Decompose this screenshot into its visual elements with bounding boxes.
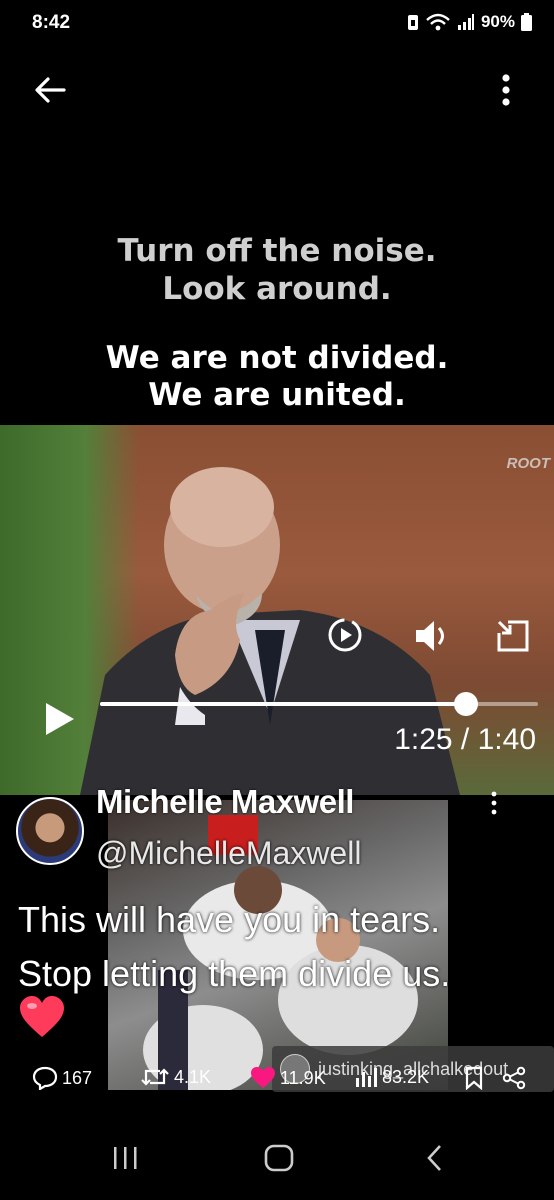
back-arrow-icon — [35, 77, 66, 103]
reply-button[interactable]: 167 — [32, 1066, 92, 1090]
current-time: 1:25 — [394, 723, 453, 756]
pip-button[interactable] — [494, 617, 532, 655]
tweet-action-bar: 167 4.1K 11.9K 83.2K — [0, 1066, 554, 1106]
replay-icon — [328, 618, 362, 652]
play-icon — [46, 703, 74, 735]
volume-button[interactable] — [410, 617, 450, 655]
caption-line: Turn off the noise. — [117, 233, 437, 269]
repost-button[interactable]: 4.1K — [140, 1066, 211, 1088]
tweet-text: This will have you in tears. Stop lettin… — [18, 893, 538, 1001]
playback-time: 1:25 / 1:40 — [394, 723, 536, 757]
volume-icon — [416, 621, 444, 651]
replay-button[interactable] — [325, 615, 365, 655]
play-button[interactable] — [40, 700, 80, 738]
more-vertical-icon — [491, 791, 497, 815]
author-handle[interactable]: @MichelleMaxwell — [96, 835, 361, 872]
author-name[interactable]: Michelle Maxwell — [96, 783, 354, 821]
reply-icon — [32, 1066, 58, 1090]
pip-icon — [497, 620, 529, 652]
red-heart-emoji — [18, 995, 66, 1039]
view-count: 83.2K — [382, 1066, 430, 1087]
like-button[interactable]: 11.9K — [250, 1066, 326, 1090]
signal-icon — [457, 14, 474, 30]
bookmark-icon — [465, 1066, 483, 1090]
share-icon — [502, 1066, 526, 1090]
nav-back-button[interactable] — [412, 1138, 458, 1178]
repost-icon — [141, 1068, 169, 1086]
vpn-icon — [407, 15, 418, 30]
home-icon — [264, 1144, 294, 1172]
heart-emoji-icon — [20, 996, 64, 1037]
reply-count: 167 — [62, 1067, 93, 1088]
wifi-icon — [426, 13, 450, 31]
video-caption-top: Turn off the noise. Look around. — [0, 232, 554, 308]
tweet-text-line: This will have you in tears. — [18, 899, 441, 940]
time-separator: / — [460, 723, 470, 756]
recent-apps-button[interactable] — [102, 1138, 148, 1178]
more-options-button[interactable] — [486, 70, 526, 110]
caption-line: We are united. — [148, 377, 406, 413]
battery-percent: 90% — [480, 12, 515, 31]
like-count: 11.9K — [280, 1067, 326, 1088]
caption-line: Look around. — [162, 271, 392, 307]
home-button[interactable] — [256, 1138, 302, 1178]
bookmark-button[interactable] — [464, 1066, 484, 1090]
author-avatar[interactable] — [16, 797, 84, 865]
seek-bar-progress — [100, 702, 466, 706]
tweet-text-line: Stop letting them divide us. — [18, 953, 451, 994]
heart-icon — [251, 1067, 275, 1088]
battery-icon — [521, 13, 532, 31]
status-time: 8:42 — [32, 12, 71, 33]
views-icon — [356, 1068, 377, 1087]
caption-line: We are not divided. — [105, 340, 449, 376]
status-icons: 90% — [407, 12, 532, 32]
repost-count: 4.1K — [174, 1066, 212, 1087]
share-button[interactable] — [502, 1066, 526, 1090]
back-button[interactable] — [28, 70, 72, 110]
recent-apps-icon — [114, 1147, 137, 1169]
views-button[interactable]: 83.2K — [354, 1066, 429, 1088]
duration: 1:40 — [477, 723, 536, 756]
video-caption-bottom: We are not divided. We are united. — [0, 340, 554, 414]
seek-handle[interactable] — [453, 692, 478, 716]
tweet-more-button[interactable] — [482, 790, 506, 816]
more-vertical-icon — [502, 74, 510, 106]
nav-back-icon — [427, 1145, 441, 1171]
broadcast-watermark: ROOT — [506, 455, 550, 472]
